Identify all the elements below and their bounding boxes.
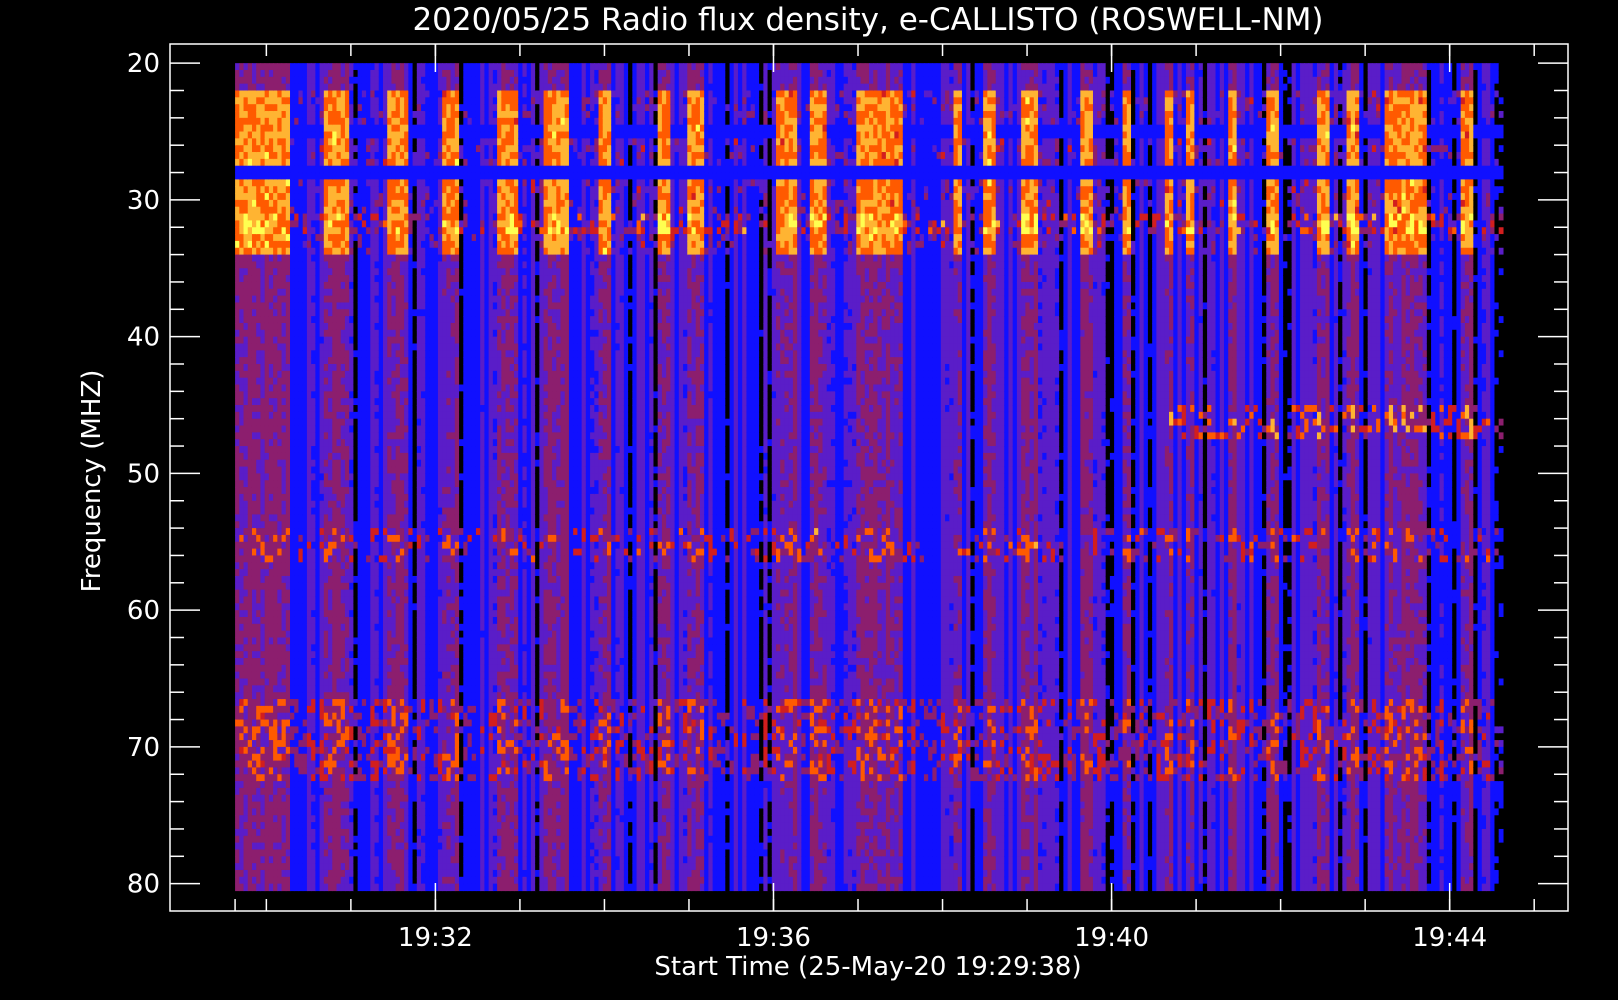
spectrogram-chart: 2020/05/25 Radio flux density, e-CALLIST… (0, 0, 1618, 1000)
x-tick-label: 19:36 (736, 923, 811, 953)
y-tick-label: 70 (127, 733, 160, 763)
y-tick-label: 60 (127, 596, 160, 626)
y-tick-label: 50 (127, 459, 160, 489)
x-axis-label: Start Time (25-May-20 19:29:38) (654, 952, 1081, 982)
x-tick-label: 19:44 (1412, 923, 1487, 953)
y-tick-label: 30 (127, 186, 160, 216)
y-tick-label: 40 (127, 323, 160, 353)
y-axis-label: Frequency (MHZ) (77, 370, 107, 593)
x-tick-label: 19:32 (398, 923, 473, 953)
y-tick-label: 80 (127, 870, 160, 900)
x-tick-label: 19:40 (1074, 923, 1149, 953)
heatmap-image (235, 63, 1503, 891)
chart-title: 2020/05/25 Radio flux density, e-CALLIST… (412, 2, 1323, 38)
y-tick-label: 20 (127, 49, 160, 79)
